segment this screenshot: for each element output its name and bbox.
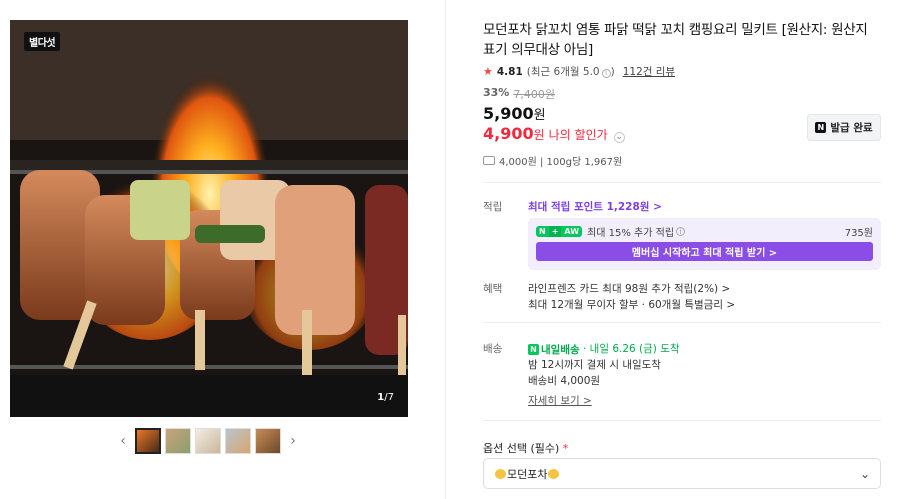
image-counter: 1/7 [377,392,394,403]
membership-text: 최대 15% 추가 적립 [587,228,675,239]
shipping-fee: 배송비 4,000원 [528,375,601,387]
coupon-button-label: 발급 완료 [830,122,873,134]
price-unit: 원 [533,108,546,123]
thumbnail-1[interactable] [135,428,161,454]
my-price-unit: 원 [533,128,545,142]
installment-benefit-link[interactable]: 최대 12개월 무이자 할부 · 60개월 특별금리 > [528,297,735,312]
thumbnail-4[interactable] [225,428,251,454]
rating-row: ★ 4.81 (최근 6개월 5.0 i) 112건 리뷰 [483,64,675,79]
discount-percent: 33% [483,86,510,99]
required-mark: * [562,442,569,455]
option-selected-value: 모던포차 [507,467,548,481]
grilled-skewers-image [10,20,408,417]
my-price-row[interactable]: 4,900원 나의 할인가 ⌄ [483,124,625,143]
naver-n-icon: N [528,344,539,355]
shipping-cutoff: 밤 12시까지 결제 시 내일도착 [528,359,661,371]
shipping-badge-row: N 내일배송 · 내일 6.26 (금) 도착 [528,341,680,357]
main-product-image[interactable]: 별다섯 1/7 [10,20,408,417]
original-price: 7,400원 [513,88,555,101]
star-icon: ★ [483,65,493,78]
max-points-link[interactable]: 최대 적립 포인트 1,228원 > [528,199,662,214]
coupon-issued-button[interactable]: N 발급 완료 [807,114,881,141]
truck-icon [483,156,495,165]
membership-points-box: N + AW 최대 15% 추가 적립 i 735원 멤버십 시작하고 최대 적립 … [528,218,881,270]
next-day-delivery-badge: N 내일배송 [528,342,580,357]
product-title: 모던포차 닭꼬치 염통 파닭 떡닭 꼬치 캠핑요리 밀키트 [원산지: 원산지 … [483,22,868,58]
chevron-down-icon[interactable]: ⌄ [613,131,625,143]
my-price-value: 4,900 [483,124,534,143]
sale-price: 5,900원 [483,104,546,123]
product-gallery: 별다섯 1/7 ‹ › [0,0,445,499]
divider [483,420,881,421]
unit-price-row: 4,000원 | 100g당 1,967원 [483,153,622,168]
points-label: 적립 [483,201,503,213]
smile-emoji-icon [548,468,560,479]
info-icon[interactable]: i [601,68,611,78]
smile-emoji-icon [495,468,506,479]
option-select[interactable]: 모던포차 ⌄ [483,458,881,489]
thumbnail-5[interactable] [255,428,281,454]
card-benefit-link[interactable]: 라인프렌즈 카드 최대 98원 추가 적립(2%) > [528,281,730,296]
thumbnail-strip: ‹ › [115,428,301,454]
unit-price-text: 4,000원 | 100g당 1,967원 [499,157,623,168]
shipping-detail-link[interactable]: 자세히 보기 > [528,393,592,408]
discount-row: 33% 7,400원 [483,86,555,102]
price-value: 5,900 [483,104,534,123]
my-price-label: 나의 할인가 [548,128,608,142]
thumbnail-3[interactable] [195,428,221,454]
thumbnail-2[interactable] [165,428,191,454]
column-divider [445,0,446,499]
brand-badge: 별다섯 [24,32,61,51]
delivery-date: · 내일 6.26 (금) 도착 [582,343,680,355]
benefits-label: 혜택 [483,283,503,295]
shipping-label: 배송 [483,343,503,355]
counter-total: /7 [384,392,394,403]
divider [483,182,881,183]
chevron-left-icon[interactable]: ‹ [115,428,131,454]
rating-detail: (최근 6개월 5.0 i) [526,66,615,78]
naver-n-icon: N [815,122,827,133]
rating-score: 4.81 [496,65,523,78]
info-icon[interactable]: i [676,227,686,236]
membership-amount: 735원 [844,228,873,239]
naver-plus-membership-badge: N + AW [536,226,583,237]
option-label: 옵션 선택 (필수) * [483,442,569,455]
divider [483,322,881,323]
chevron-down-icon[interactable]: ⌄ [860,467,870,481]
start-membership-button[interactable]: 멤버십 시작하고 최대 적립 받기 > [536,242,873,261]
review-count-link[interactable]: 112건 리뷰 [623,64,675,79]
chevron-right-icon[interactable]: › [285,428,301,454]
